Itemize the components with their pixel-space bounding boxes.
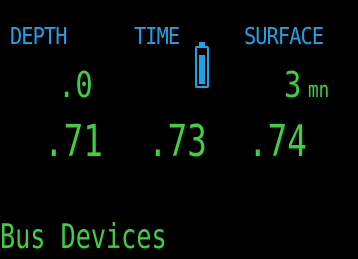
- battery-level: [199, 55, 205, 84]
- status-message: Bus Devices: [0, 217, 167, 257]
- battery-icon: [195, 42, 209, 88]
- depth-value: .0: [58, 65, 93, 106]
- surface-unit: mn: [308, 78, 330, 103]
- surface-value: 3: [284, 65, 302, 106]
- battery-body: [195, 46, 209, 88]
- dive-computer-screen: DEPTH TIME SURFACE .0 3 mn .71 .73 .74 B…: [0, 0, 358, 259]
- depth-label: DEPTH: [10, 24, 67, 50]
- time-label: TIME: [134, 24, 180, 50]
- surface-label: SURFACE: [244, 24, 324, 50]
- value-3: .74: [248, 116, 307, 167]
- value-2: .73: [148, 116, 207, 167]
- value-1: .71: [44, 116, 103, 167]
